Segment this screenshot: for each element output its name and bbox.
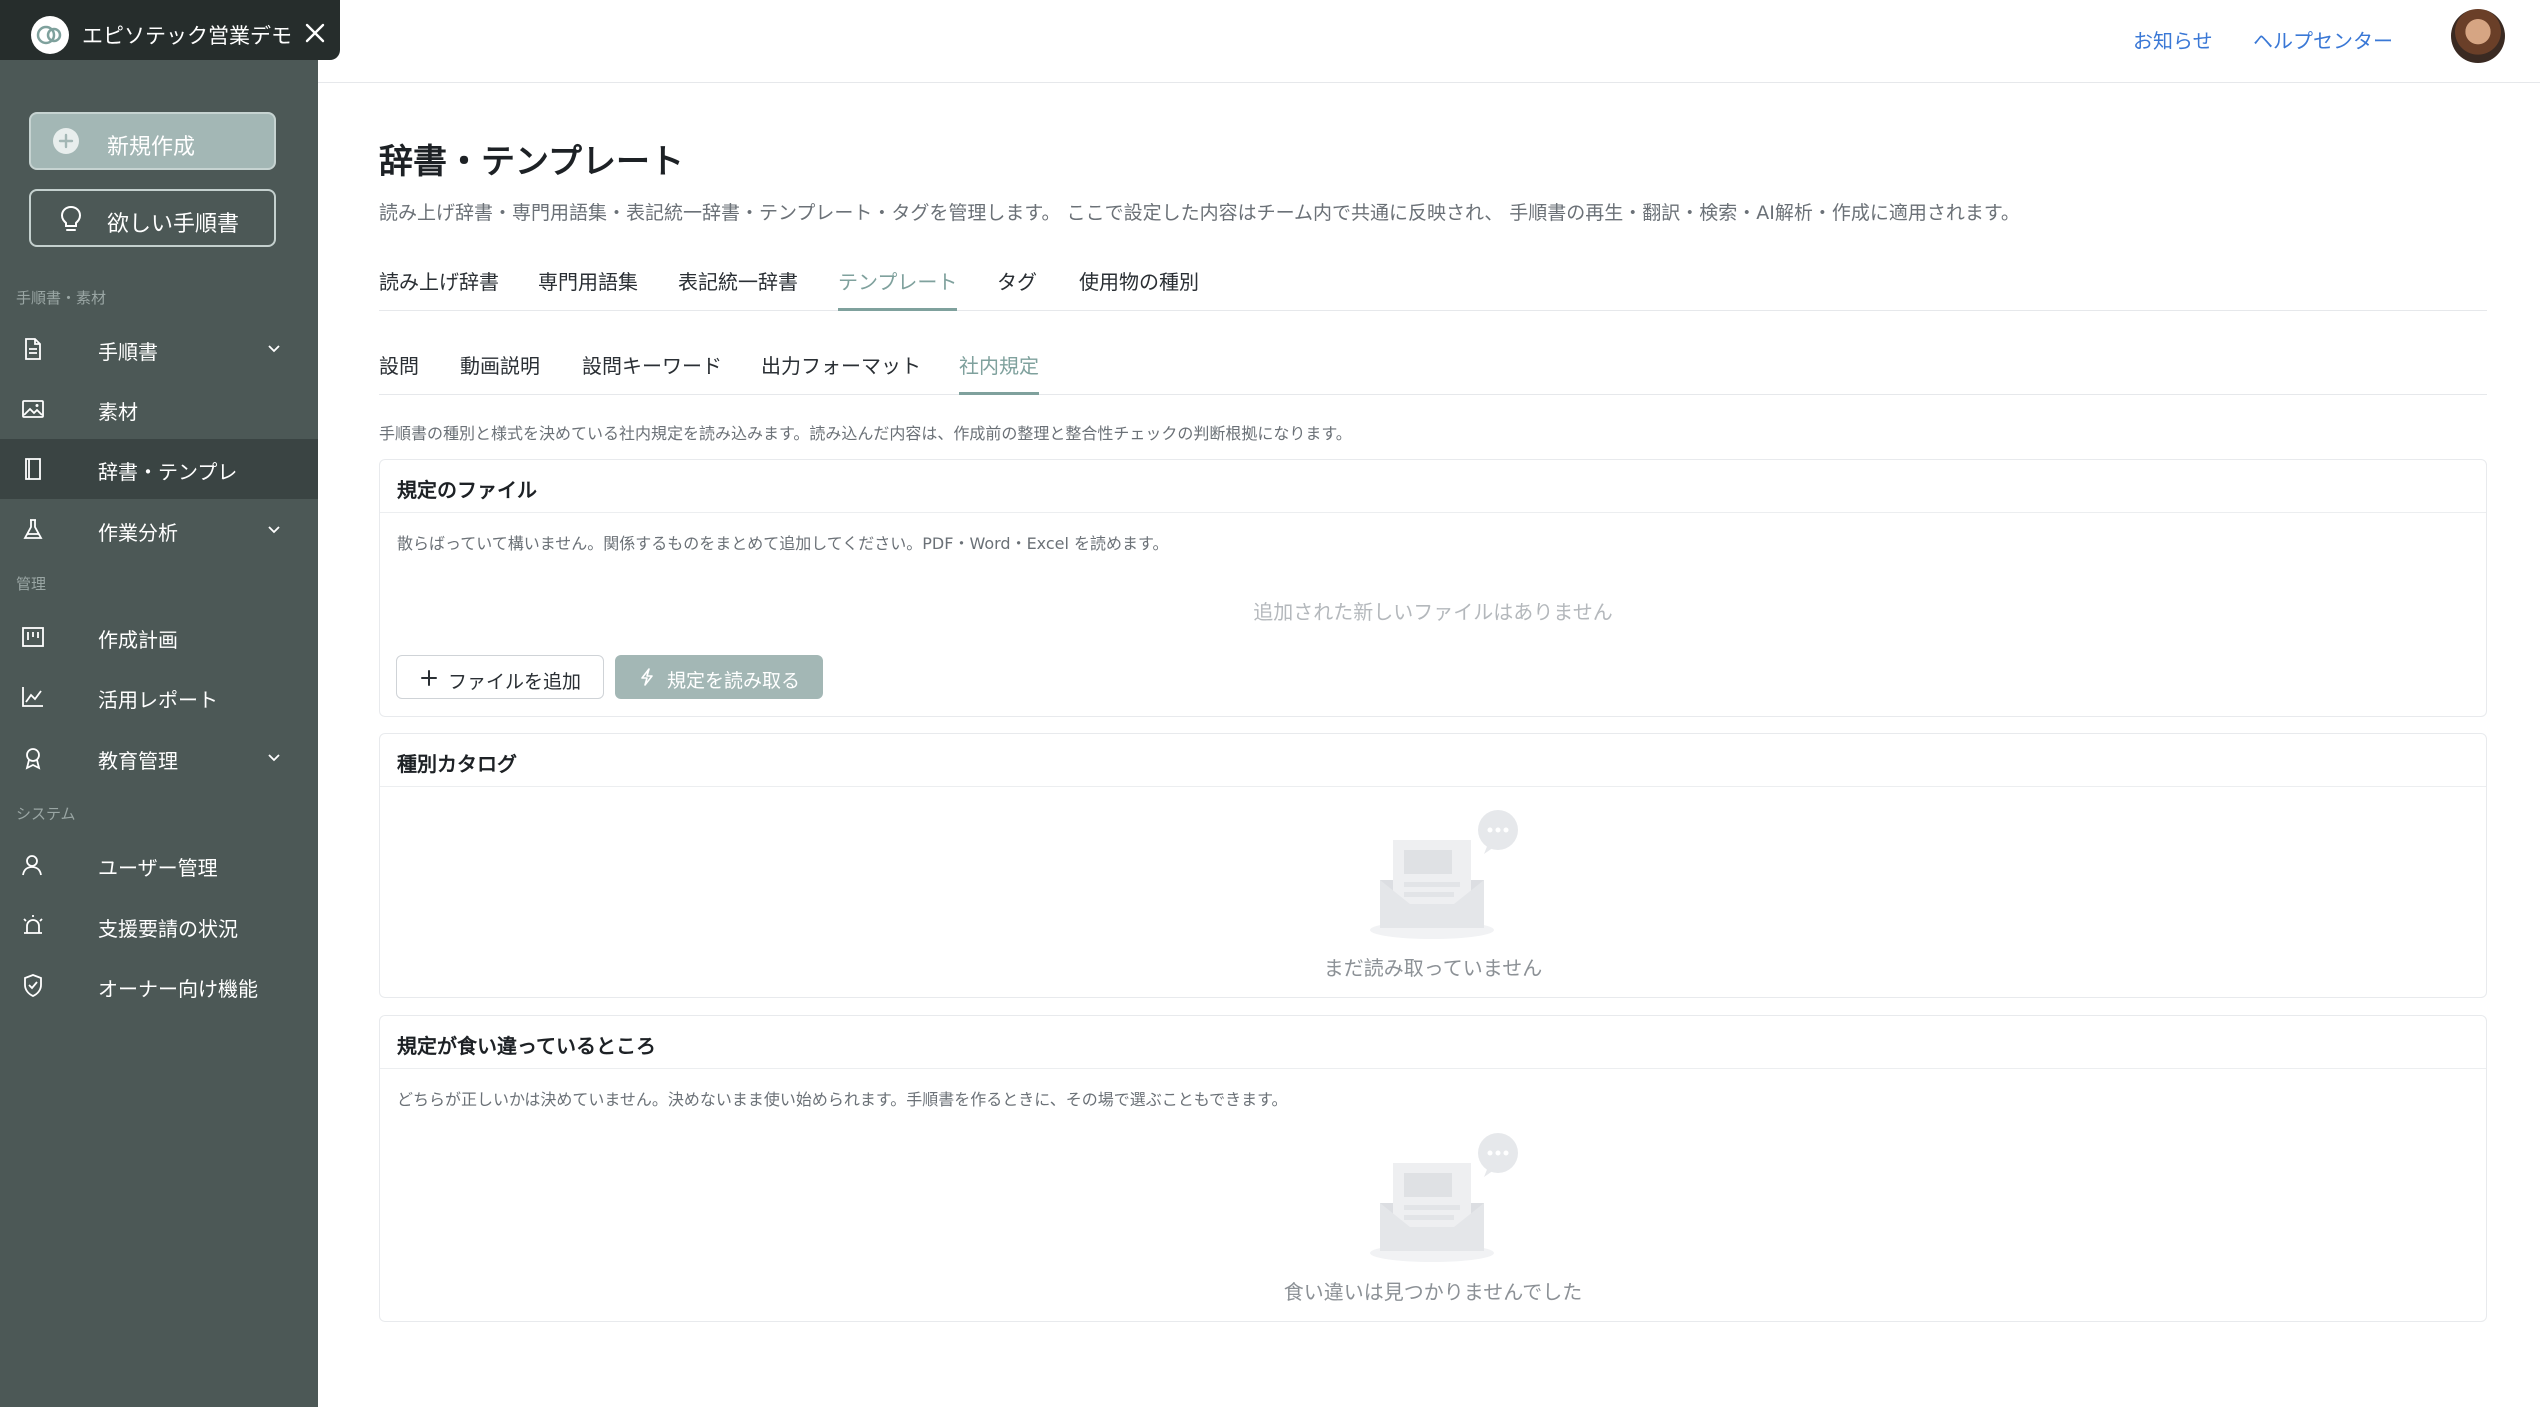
rule-conflicts-card: 規定が食い違っているところ どちらが正しいかは決めていません。決めないまま使い始… bbox=[379, 1015, 2487, 1322]
workspace-header[interactable]: エピソテック営業デモ bbox=[0, 0, 340, 60]
help-center-link[interactable]: ヘルプセンター bbox=[2253, 25, 2393, 54]
plus-circle-icon bbox=[53, 128, 79, 154]
award-icon bbox=[20, 745, 46, 771]
sidebar: エピソテック営業デモ 新規作成 欲しい手順書 手順書・素材 手順書 素材 辞書・… bbox=[0, 0, 340, 1407]
add-file-button[interactable]: ファイルを追加 bbox=[396, 655, 604, 699]
sidebar-item-support[interactable]: 支援要請の状況 bbox=[0, 896, 318, 956]
notice-link[interactable]: お知らせ bbox=[2133, 25, 2213, 54]
card-header: 規定のファイル bbox=[380, 460, 2486, 513]
read-rules-label: 規定を読み取る bbox=[667, 670, 801, 692]
tab-notation-dictionary[interactable]: 表記統一辞書 bbox=[678, 266, 798, 308]
sidebar-item-manuals[interactable]: 手順書 bbox=[0, 319, 318, 379]
read-rules-button[interactable]: 規定を読み取る bbox=[615, 655, 823, 699]
sidebar-item-users[interactable]: ユーザー管理 bbox=[0, 835, 318, 895]
empty-conflicts-message: 食い違いは見つかりませんでした bbox=[1283, 1280, 1583, 1304]
sidebar-item-dictionary[interactable]: 辞書・テンプレ bbox=[0, 439, 318, 499]
plus-icon bbox=[419, 668, 439, 692]
brand-logo-icon bbox=[31, 16, 69, 54]
tab-item-types[interactable]: 使用物の種別 bbox=[1079, 266, 1199, 308]
tab-template[interactable]: テンプレート bbox=[838, 266, 958, 311]
sidebar-item-work-analysis[interactable]: 作業分析 bbox=[0, 500, 318, 560]
card-header: 種別カタログ bbox=[380, 734, 2486, 787]
shield-check-icon bbox=[20, 973, 46, 999]
user-icon bbox=[20, 852, 46, 878]
add-file-label: ファイルを追加 bbox=[448, 671, 582, 693]
top-bar: お知らせ ヘルプセンター bbox=[318, 0, 2540, 83]
sidebar-item-label: 教育管理 bbox=[98, 749, 178, 773]
card-title: 種別カタログ bbox=[397, 752, 517, 776]
card-note: どちらが正しいかは決めていません。決めないまま使い始められます。手順書を作るとき… bbox=[397, 1090, 1288, 1109]
wish-manual-label: 欲しい手順書 bbox=[107, 212, 240, 237]
card-note: 散らばっていて構いません。関係するものをまとめて追加してください。PDF・Wor… bbox=[397, 534, 1169, 553]
rule-files-card: 規定のファイル 散らばっていて構いません。関係するものをまとめて追加してください… bbox=[379, 459, 2487, 717]
avatar[interactable] bbox=[2451, 9, 2505, 63]
sub-tabs: 設問 動画説明 設問キーワード 出力フォーマット 社内規定 bbox=[379, 344, 2487, 395]
main-tabs: 読み上げ辞書 専門用語集 表記統一辞書 テンプレート タグ 使用物の種別 bbox=[379, 258, 2487, 311]
section-management: 管理 bbox=[16, 575, 47, 593]
sidebar-item-label: 手順書 bbox=[98, 340, 158, 364]
subtab-video-description[interactable]: 動画説明 bbox=[460, 350, 540, 392]
sidebar-item-education[interactable]: 教育管理 bbox=[0, 728, 318, 788]
page-title: 辞書・テンプレート bbox=[379, 142, 684, 182]
sidebar-item-report[interactable]: 活用レポート bbox=[0, 667, 318, 727]
new-create-label: 新規作成 bbox=[107, 135, 196, 160]
subtab-question-keywords[interactable]: 設問キーワード bbox=[582, 350, 722, 392]
empty-inbox-icon bbox=[1370, 802, 1520, 946]
tab-glossary[interactable]: 専門用語集 bbox=[538, 266, 638, 308]
subtab-output-format[interactable]: 出力フォーマット bbox=[761, 350, 921, 392]
sidebar-item-label: 素材 bbox=[98, 400, 138, 424]
chart-line-icon bbox=[20, 684, 46, 710]
page-description: 読み上げ辞書・専門用語集・表記統一辞書・テンプレート・タグを管理します。 ここで… bbox=[379, 202, 2020, 224]
workspace-name: エピソテック営業デモ bbox=[82, 24, 292, 48]
sidebar-item-plan[interactable]: 作成計画 bbox=[0, 607, 318, 667]
new-create-button[interactable]: 新規作成 bbox=[29, 112, 276, 170]
section-system: システム bbox=[16, 805, 76, 823]
sidebar-item-label: ユーザー管理 bbox=[98, 856, 218, 880]
wish-manual-button[interactable]: 欲しい手順書 bbox=[29, 189, 276, 247]
kanban-icon bbox=[20, 624, 46, 650]
sidebar-item-label: オーナー向け機能 bbox=[98, 977, 258, 1001]
book-icon bbox=[20, 456, 46, 482]
flask-icon bbox=[20, 517, 46, 543]
sidebar-item-label: 作成計画 bbox=[98, 628, 178, 652]
empty-inbox-icon bbox=[1370, 1125, 1520, 1269]
subtab-questions[interactable]: 設問 bbox=[379, 350, 419, 392]
sidebar-item-materials[interactable]: 素材 bbox=[0, 379, 318, 439]
chevron-down-icon bbox=[265, 521, 283, 543]
lightbulb-icon bbox=[58, 204, 84, 238]
type-catalog-card: 種別カタログ まだ読み取っていません bbox=[379, 733, 2487, 998]
sidebar-item-label: 活用レポート bbox=[98, 688, 218, 712]
empty-catalog-message: まだ読み取っていません bbox=[1323, 956, 1543, 980]
alarm-icon bbox=[20, 913, 46, 939]
info-text: 手順書の種別と様式を決めている社内規定を読み込みます。読み込んだ内容は、作成前の… bbox=[379, 424, 1352, 443]
subtab-internal-rules[interactable]: 社内規定 bbox=[959, 350, 1039, 395]
image-icon bbox=[20, 396, 46, 422]
tab-tags[interactable]: タグ bbox=[997, 266, 1037, 308]
sidebar-item-label: 辞書・テンプレ bbox=[98, 460, 238, 484]
empty-files-message: 追加された新しいファイルはありません bbox=[1253, 600, 1613, 624]
card-header: 規定が食い違っているところ bbox=[380, 1016, 2486, 1069]
tab-reading-dictionary[interactable]: 読み上げ辞書 bbox=[379, 266, 499, 308]
chevron-down-icon bbox=[265, 340, 283, 362]
card-title: 規定が食い違っているところ bbox=[397, 1034, 656, 1058]
sidebar-item-label: 支援要請の状況 bbox=[98, 917, 238, 941]
section-materials: 手順書・素材 bbox=[16, 289, 107, 307]
sidebar-item-label: 作業分析 bbox=[98, 521, 178, 545]
sidebar-item-owner[interactable]: オーナー向け機能 bbox=[0, 956, 318, 1016]
card-title: 規定のファイル bbox=[397, 478, 537, 502]
lightning-icon bbox=[637, 667, 657, 691]
chevron-down-icon bbox=[265, 749, 283, 771]
document-icon bbox=[20, 336, 46, 362]
